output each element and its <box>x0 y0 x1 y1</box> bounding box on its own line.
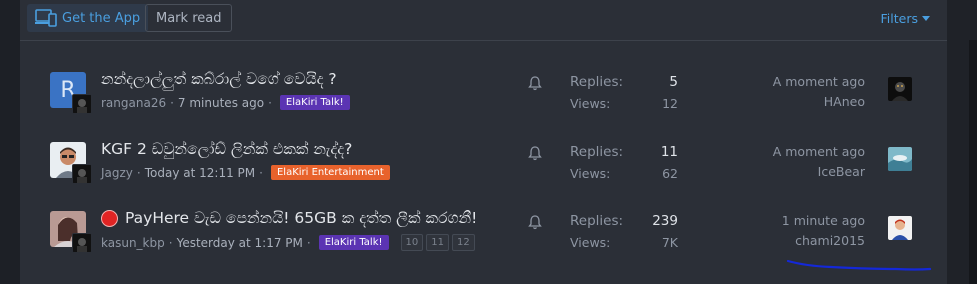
thread-row[interactable]: R නන්දලාල්ලුත් කබ්රාල් වගේ වෙයිද ? ranga… <box>20 58 947 124</box>
thread-meta: Jagzy · Today at 12:11 PM · ElaKiri Ente… <box>101 165 390 180</box>
last-post-user[interactable]: IceBear <box>773 164 865 179</box>
thread-meta: rangana26 · 7 minutes ago · ElaKiri Talk… <box>101 95 350 110</box>
bell-icon[interactable] <box>528 146 542 161</box>
get-the-app-label: Get the App <box>62 10 141 26</box>
replies-label: Replies: <box>570 144 624 160</box>
replies-label: Replies: <box>570 74 624 90</box>
views-line: Views: 7K <box>570 233 678 253</box>
meta-separator: · <box>170 95 174 110</box>
thread-list-toolbar: Get the App Mark read Filters <box>20 0 947 41</box>
thread-title[interactable]: KGF 2 ඩවුන්ලෝඩ් ලින්ක් එකක් නැද්ද? <box>101 140 352 159</box>
last-poster-mini-avatar[interactable] <box>72 233 92 253</box>
thread-title[interactable]: නන්දලාල්ලුත් කබ්රාල් වගේ වෙයිද ? <box>101 70 337 89</box>
forum-tag[interactable]: ElaKiri Talk! <box>279 95 350 110</box>
views-line: Views: 62 <box>570 164 678 184</box>
last-post-time[interactable]: A moment ago <box>773 74 865 89</box>
mark-read-label: Mark read <box>156 10 222 26</box>
thread-title-text[interactable]: KGF 2 ඩවුන්ලෝඩ් ලින්ක් එකක් නැද්ද? <box>101 140 352 159</box>
page-jump-links: 10 11 12 <box>400 234 478 251</box>
last-poster-avatar[interactable] <box>888 77 912 101</box>
thread-start-time[interactable]: 7 minutes ago <box>178 96 264 110</box>
forum-tag[interactable]: ElaKiri Entertainment <box>270 165 390 180</box>
thread-meta: kasun_kbp · Yesterday at 1:17 PM · ElaKi… <box>101 234 478 251</box>
page-link[interactable]: 10 <box>400 234 424 251</box>
thread-title-text[interactable]: PayHere වැඩ පෙන්නයි! 65GB ක දත්ත ලීක් කර… <box>125 209 477 228</box>
views-label: Views: <box>570 235 611 250</box>
devices-icon <box>35 9 57 27</box>
thread-start-time[interactable]: Yesterday at 1:17 PM <box>177 236 303 250</box>
views-label: Views: <box>570 96 611 111</box>
last-post-info: 1 minute ago chami2015 <box>782 213 865 248</box>
last-post-time[interactable]: 1 minute ago <box>782 213 865 228</box>
last-post-info: A moment ago HAneo <box>773 74 865 109</box>
last-poster-mini-avatar[interactable] <box>72 164 92 184</box>
scroll-track[interactable] <box>969 40 977 284</box>
page-link[interactable]: 12 <box>451 234 475 251</box>
thread-author[interactable]: Jagzy <box>101 166 133 180</box>
thread-stats: Replies: 5 Views: 12 <box>570 74 678 114</box>
thread-row[interactable]: PayHere වැඩ පෙන්නයි! 65GB ක දත්ත ලීක් කර… <box>20 197 947 263</box>
views-count: 12 <box>662 96 678 111</box>
annotation-underline <box>786 259 932 271</box>
views-label: Views: <box>570 166 611 181</box>
views-line: Views: 12 <box>570 94 678 114</box>
thread-title-text[interactable]: නන්දලාල්ලුත් කබ්රාල් වගේ වෙයිද ? <box>101 70 337 89</box>
mark-read-button[interactable]: Mark read <box>145 4 233 32</box>
views-count: 7K <box>661 235 678 250</box>
thread-row[interactable]: KGF 2 ඩවුන්ලෝඩ් ලින්ක් එකක් නැද්ද? Jagzy… <box>20 128 947 194</box>
filters-button[interactable]: Filters <box>881 11 930 26</box>
thread-list-panel: Get the App Mark read Filters R නන්දලාල්… <box>20 0 947 284</box>
page-link[interactable]: 11 <box>426 234 449 251</box>
meta-separator: · <box>259 165 263 180</box>
page-margin-right <box>947 0 977 284</box>
replies-line: Replies: 5 <box>570 74 678 94</box>
thread-stats: Replies: 11 Views: 62 <box>570 144 678 184</box>
thread-stats: Replies: 239 Views: 7K <box>570 213 678 253</box>
views-count: 62 <box>662 166 678 181</box>
meta-separator: · <box>268 95 272 110</box>
last-poster-avatar[interactable] <box>888 216 912 240</box>
last-post-time[interactable]: A moment ago <box>773 144 865 159</box>
thread-start-time[interactable]: Today at 12:11 PM <box>145 166 255 180</box>
thread-author[interactable]: kasun_kbp <box>101 236 165 250</box>
replies-count: 5 <box>669 74 678 90</box>
last-post-user[interactable]: chami2015 <box>782 233 865 248</box>
meta-separator: · <box>136 165 141 180</box>
last-post-info: A moment ago IceBear <box>773 144 865 179</box>
caret-down-icon <box>922 15 930 21</box>
replies-count: 11 <box>660 144 678 160</box>
replies-count: 239 <box>652 213 678 229</box>
last-poster-avatar[interactable] <box>888 147 912 171</box>
thread-author[interactable]: rangana26 <box>101 96 166 110</box>
bell-icon[interactable] <box>528 215 542 230</box>
red-circle-icon <box>101 210 118 227</box>
replies-line: Replies: 11 <box>570 144 678 164</box>
meta-separator: · <box>168 235 173 250</box>
filters-label: Filters <box>880 11 918 26</box>
get-the-app-button[interactable]: Get the App <box>27 4 149 32</box>
replies-line: Replies: 239 <box>570 213 678 233</box>
last-poster-mini-avatar[interactable] <box>72 94 92 114</box>
replies-label: Replies: <box>570 213 624 229</box>
meta-separator: · <box>306 235 311 250</box>
last-post-user[interactable]: HAneo <box>773 94 865 109</box>
bell-icon[interactable] <box>528 76 542 91</box>
thread-title[interactable]: PayHere වැඩ පෙන්නයි! 65GB ක දත්ත ලීක් කර… <box>101 209 477 228</box>
forum-tag[interactable]: ElaKiri Talk! <box>318 235 389 250</box>
